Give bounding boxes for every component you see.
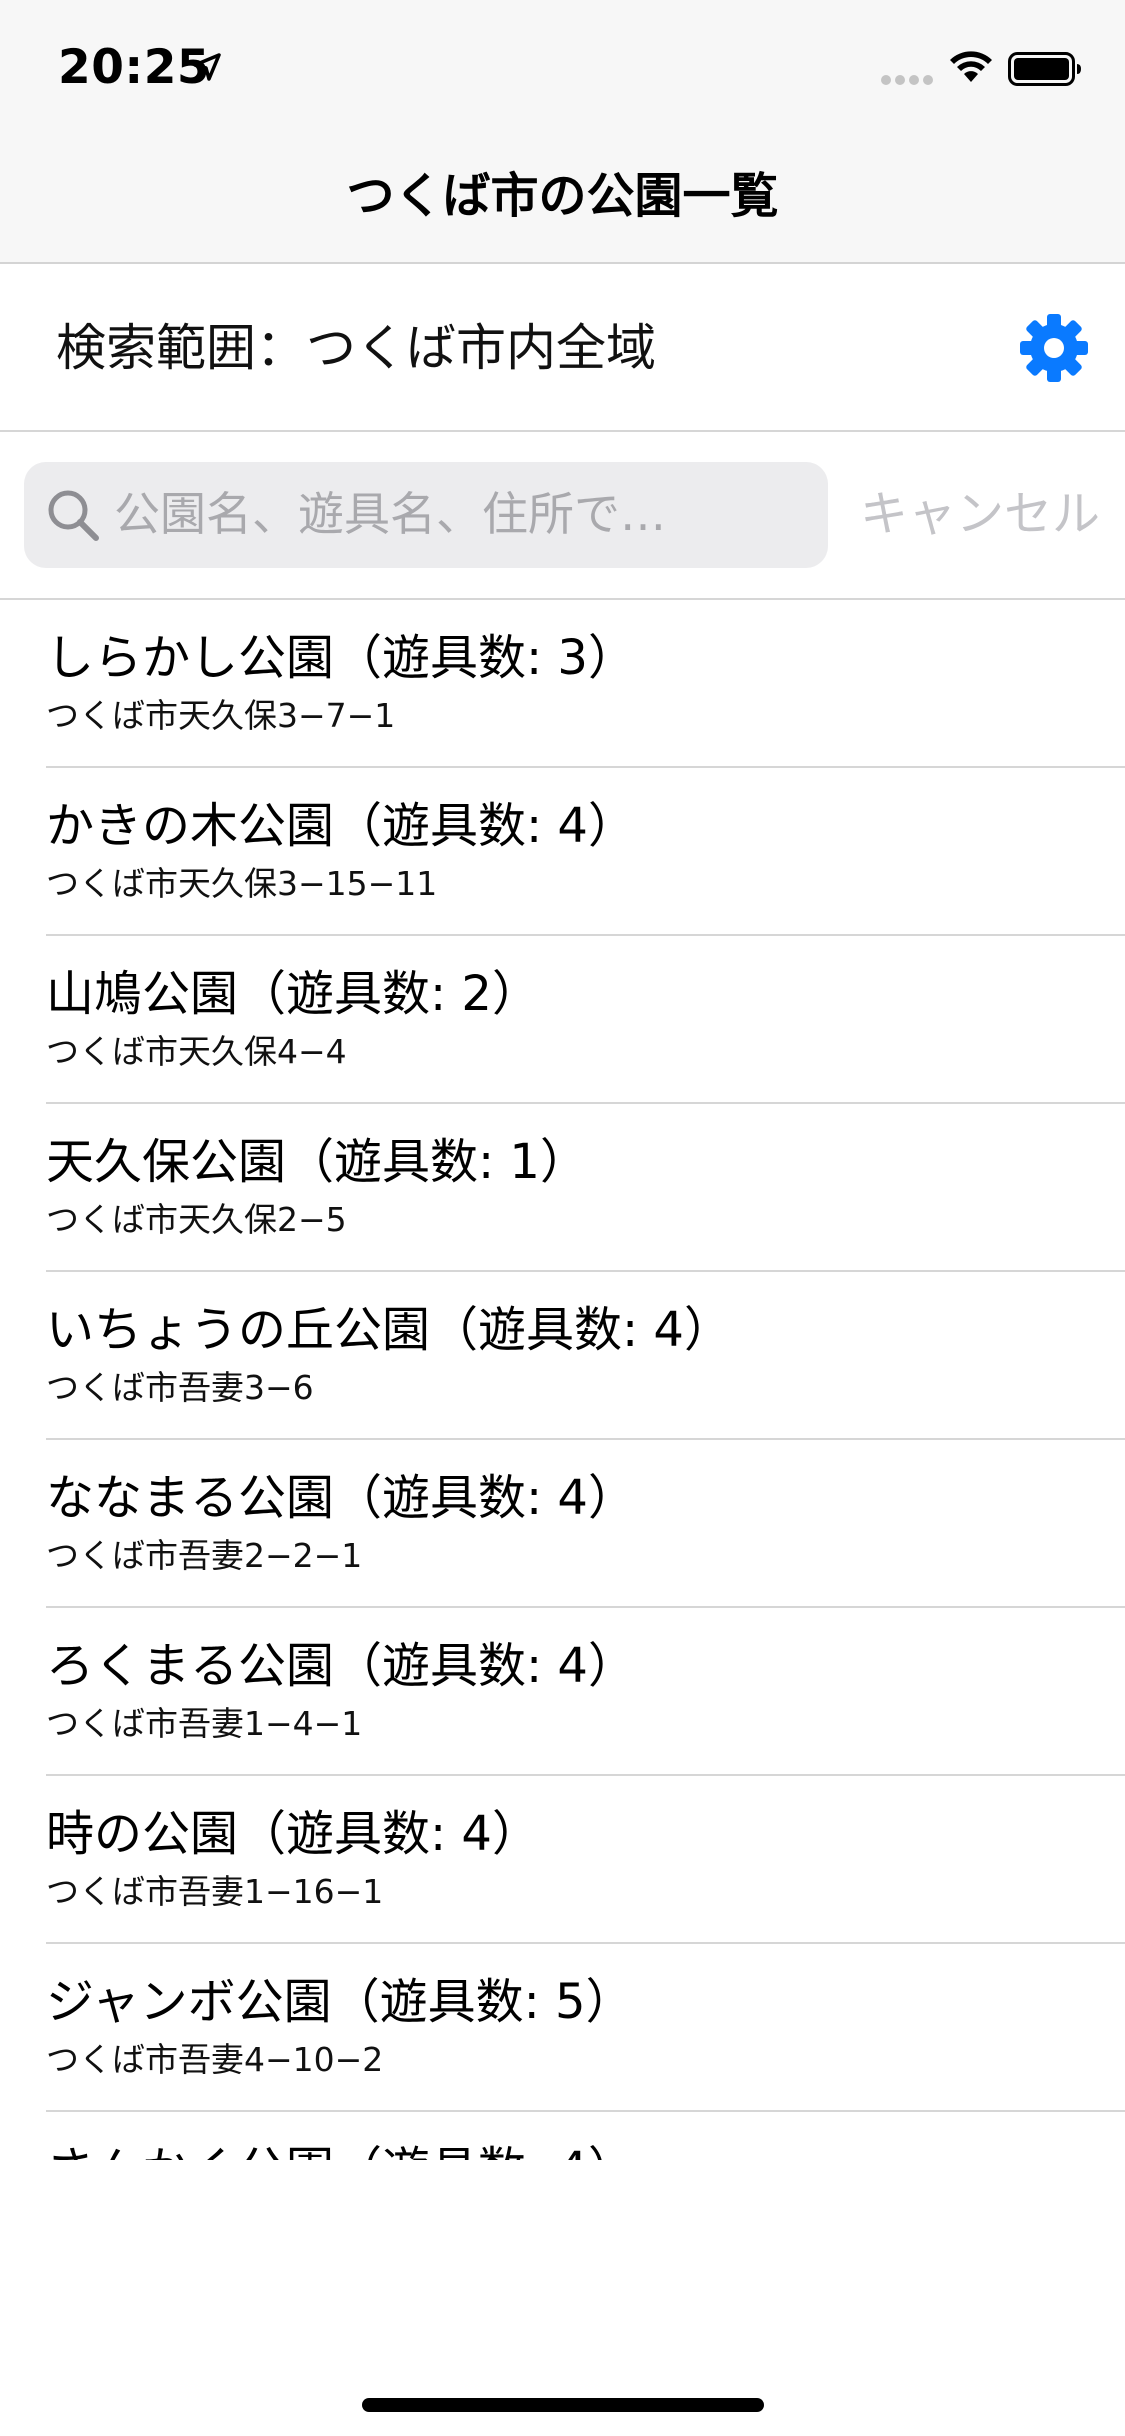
list-item[interactable]: しらかし公園（遊具数: 3） つくば市天久保3−7−1 — [0, 600, 1125, 768]
park-name: かきの木公園（遊具数: 4） — [46, 798, 636, 854]
park-address: つくば市天久保3−15−11 — [46, 864, 438, 903]
park-address: つくば市天久保3−7−1 — [46, 696, 396, 735]
list-item[interactable]: かきの木公園（遊具数: 4） つくば市天久保3−15−11 — [0, 768, 1125, 936]
wifi-icon — [950, 51, 992, 82]
park-name: ななまる公園（遊具数: 4） — [46, 1470, 636, 1526]
park-address: つくば市天久保2−5 — [46, 1200, 347, 1239]
search-icon — [48, 490, 99, 541]
status-time: 20:25 — [58, 40, 211, 95]
cancel-button[interactable]: キャンセル — [860, 482, 1100, 546]
park-address: つくば市吾妻1−4−1 — [46, 1704, 363, 1743]
park-name: 時の公園（遊具数: 4） — [46, 1806, 540, 1862]
list-item[interactable]: ろくまる公園（遊具数: 4） つくば市吾妻1−4−1 — [0, 1608, 1125, 1776]
list-item[interactable]: 天久保公園（遊具数: 1） つくば市天久保2−5 — [0, 1104, 1125, 1272]
park-name: 天久保公園（遊具数: 1） — [46, 1134, 588, 1190]
list-bottom-area — [0, 2160, 1125, 2436]
list-item[interactable]: いちょうの丘公園（遊具数: 4） つくば市吾妻3−6 — [0, 1272, 1125, 1440]
navigation-bar: 20:25 つくば市の公園一覧 — [0, 0, 1125, 264]
park-address: つくば市吾妻2−2−1 — [46, 1536, 363, 1575]
location-arrow-icon — [193, 53, 221, 81]
list-item[interactable]: ななまる公園（遊具数: 4） つくば市吾妻2−2−1 — [0, 1440, 1125, 1608]
park-name: ジャンボ公園（遊具数: 5） — [46, 1974, 634, 2030]
list-item[interactable]: 時の公園（遊具数: 4） つくば市吾妻1−16−1 — [0, 1776, 1125, 1944]
park-name: ろくまる公園（遊具数: 4） — [46, 1638, 636, 1694]
battery-icon — [1008, 52, 1081, 86]
list-item[interactable]: 山鳩公園（遊具数: 2） つくば市天久保4−4 — [0, 936, 1125, 1104]
gear-icon[interactable] — [1018, 312, 1090, 384]
park-address: つくば市天久保4−4 — [46, 1032, 347, 1071]
search-placeholder: 公園名、遊具名、住所で… — [114, 487, 666, 541]
home-indicator[interactable] — [362, 2398, 764, 2412]
park-name: いちょうの丘公園（遊具数: 4） — [46, 1302, 732, 1358]
search-input[interactable]: 公園名、遊具名、住所で… — [24, 462, 828, 568]
park-name: さんかく公園（遊具数: 4） — [46, 2138, 636, 2160]
park-address: つくば市吾妻1−16−1 — [46, 1872, 384, 1911]
search-range-label: 検索範囲：つくば市内全域 — [56, 319, 656, 377]
park-address: つくば市吾妻4−10−2 — [46, 2040, 384, 2079]
park-name: 山鳩公園（遊具数: 2） — [46, 966, 540, 1022]
page-title: つくば市の公園一覧 — [346, 168, 779, 224]
park-address: つくば市吾妻3−6 — [46, 1368, 314, 1407]
park-name: しらかし公園（遊具数: 3） — [46, 630, 636, 686]
list-item[interactable]: ジャンボ公園（遊具数: 5） つくば市吾妻4−10−2 — [0, 1944, 1125, 2112]
list-item[interactable]: さんかく公園（遊具数: 4） — [0, 2112, 1125, 2160]
cellular-signal-icon — [881, 75, 933, 85]
park-list: しらかし公園（遊具数: 3） つくば市天久保3−7−1 かきの木公園（遊具数: … — [0, 600, 1125, 2160]
search-range-row: 検索範囲：つくば市内全域 — [0, 264, 1125, 432]
search-bar: 公園名、遊具名、住所で… キャンセル — [0, 432, 1125, 600]
